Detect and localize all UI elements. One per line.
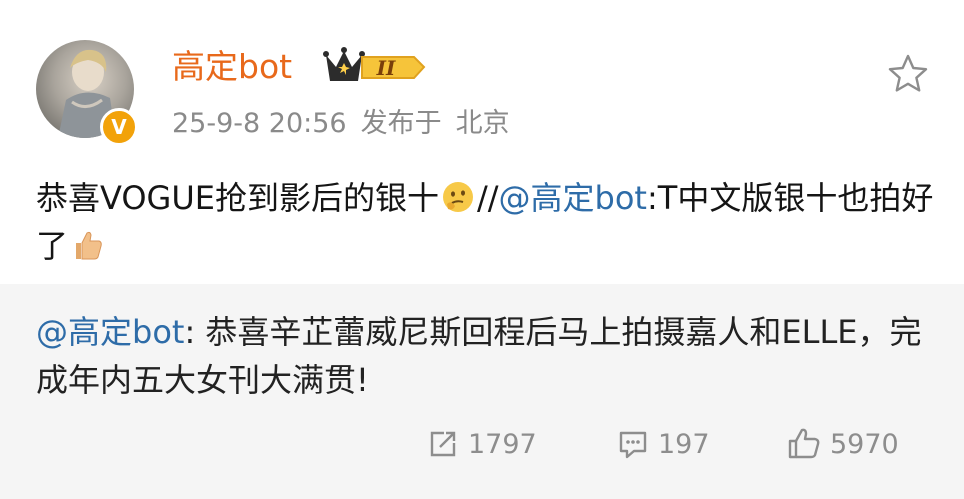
location: 北京 [455,108,510,139]
action-bar: 1797 197 5970 [0,422,964,466]
mention-link[interactable]: @高定bot [499,179,647,217]
favorite-star-icon[interactable] [886,52,930,96]
repost-body: @高定bot: 恭喜辛芷蕾威尼斯回程后马上拍摄嘉人和ELLE，完成年内五大女刊大… [36,308,936,404]
comment-count: 197 [658,428,710,460]
repost-count: 1797 [468,428,537,460]
thumbs-up-emoji-icon [70,227,104,261]
post-text-part: 恭喜VOGUE抢到影后的银十 [36,179,439,217]
post-body: 恭喜VOGUE抢到影后的银十//@高定bot:T中文版银十也拍好了 [36,174,936,270]
repost-mention-link[interactable]: @高定bot [36,313,184,351]
repost-button[interactable]: 1797 [426,422,537,466]
username[interactable]: 高定bot [172,44,292,90]
like-button[interactable]: 5970 [786,422,899,466]
comment-button[interactable]: 197 [616,422,710,466]
like-icon [788,428,820,459]
comment-icon [619,431,647,459]
location-prefix: 发布于 [360,108,442,139]
reposted-content[interactable]: @高定bot: 恭喜辛芷蕾威尼斯回程后马上拍摄嘉人和ELLE，完成年内五大女刊大… [0,284,964,499]
thinking-face-emoji-icon [441,179,475,213]
like-count: 5970 [830,428,899,460]
svg-text:II: II [376,56,396,80]
verified-badge-icon: V [100,108,138,146]
repost-icon [430,431,456,457]
timestamp: 25-9-8 20:56 [172,108,347,139]
member-level-badge-icon[interactable]: II [322,45,430,87]
post-meta: 25-9-8 20:56 发布于 北京 [172,104,524,144]
forward-separator: // [476,179,499,217]
